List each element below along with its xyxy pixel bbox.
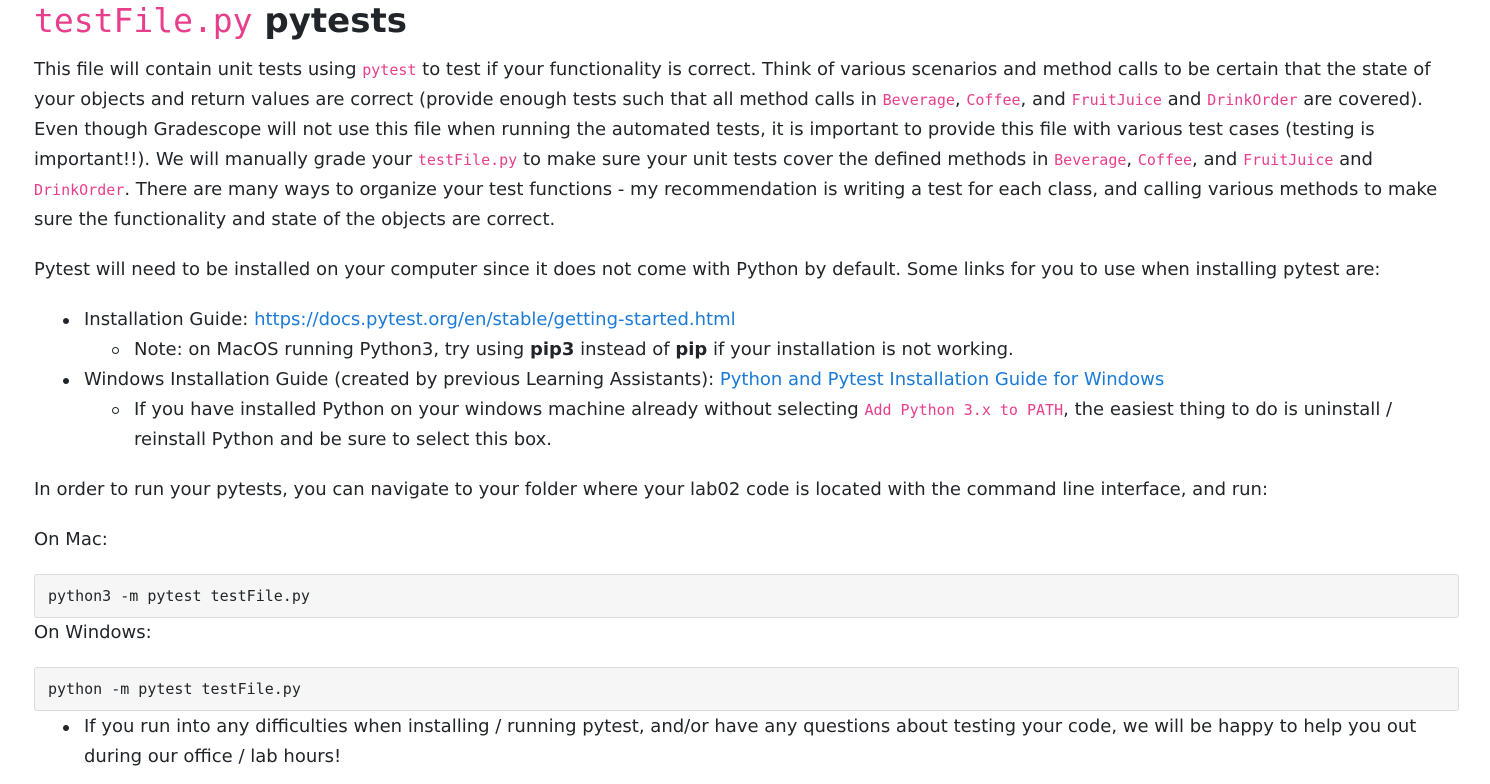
note-text: Note: on MacOS running Python3, try usin… <box>134 339 530 360</box>
list-item-installation-guide: Installation Guide: https://docs.pytest.… <box>34 305 1459 335</box>
intro-text: to make sure your unit tests cover the d… <box>517 149 1055 170</box>
sublist-item-windows-path: If you have installed Python on your win… <box>34 395 1459 455</box>
inline-code: testFile.py <box>417 151 518 169</box>
bold-pip: pip <box>675 339 708 360</box>
run-paragraph: In order to run your pytests, you can na… <box>34 479 1269 500</box>
inline-code: Add Python 3.x to PATH <box>864 401 1064 419</box>
list-item-help: If you run into any difficulties when in… <box>34 712 1459 772</box>
install-links-list: Installation Guide: https://docs.pytest.… <box>34 305 1459 455</box>
inline-code: Beverage <box>1054 151 1127 169</box>
mac-label: On Mac: <box>34 529 108 550</box>
intro-text: , <box>1126 149 1138 170</box>
intro-text: This file will contain unit tests using <box>34 59 363 80</box>
help-list: If you run into any difficulties when in… <box>34 712 1459 772</box>
intro-text: , and <box>1192 149 1244 170</box>
inline-code: FruitJuice <box>1071 91 1162 109</box>
list-item-windows-guide: Windows Installation Guide (created by p… <box>34 365 1459 395</box>
intro-text: and <box>1333 149 1373 170</box>
heading-text: pytests <box>264 1 407 41</box>
windows-guide-link[interactable]: Python and Pytest Installation Guide for… <box>720 369 1164 390</box>
list-item-label: Windows Installation Guide (created by p… <box>84 369 720 390</box>
note-text: instead of <box>574 339 676 360</box>
inline-code: FruitJuice <box>1243 151 1334 169</box>
sublist-item-macos-note: Note: on MacOS running Python3, try usin… <box>34 335 1459 365</box>
inline-code: Coffee <box>966 91 1021 109</box>
intro-text: and <box>1161 89 1208 110</box>
mac-command-block[interactable]: python3 -m pytest testFile.py <box>34 574 1459 618</box>
bold-pip3: pip3 <box>529 339 575 360</box>
intro-paragraph: This file will contain unit tests using … <box>34 55 1459 235</box>
inline-code: Coffee <box>1137 151 1193 169</box>
inline-code: Beverage <box>882 91 955 109</box>
install-paragraph: Pytest will need to be installed on your… <box>34 259 1381 280</box>
inline-code: DrinkOrder <box>34 181 125 199</box>
section-heading: testFile.py pytests <box>34 0 1459 42</box>
heading-filename: testFile.py <box>34 1 253 40</box>
windows-command-block[interactable]: python -m pytest testFile.py <box>34 667 1459 711</box>
installation-guide-link[interactable]: https://docs.pytest.org/en/stable/gettin… <box>254 309 736 330</box>
document-body: testFile.py pytests This file will conta… <box>0 0 1490 772</box>
inline-code: pytest <box>362 61 417 79</box>
windows-label: On Windows: <box>34 622 152 643</box>
intro-text: , and <box>1020 89 1072 110</box>
intro-text: . There are many ways to organize your t… <box>34 179 1438 230</box>
note-text: if your installation is not working. <box>707 339 1014 360</box>
intro-text: , <box>954 89 967 110</box>
inline-code: DrinkOrder <box>1207 91 1298 109</box>
list-item-label: Installation Guide: <box>84 309 255 330</box>
note-text: If you have installed Python on your win… <box>134 399 865 420</box>
